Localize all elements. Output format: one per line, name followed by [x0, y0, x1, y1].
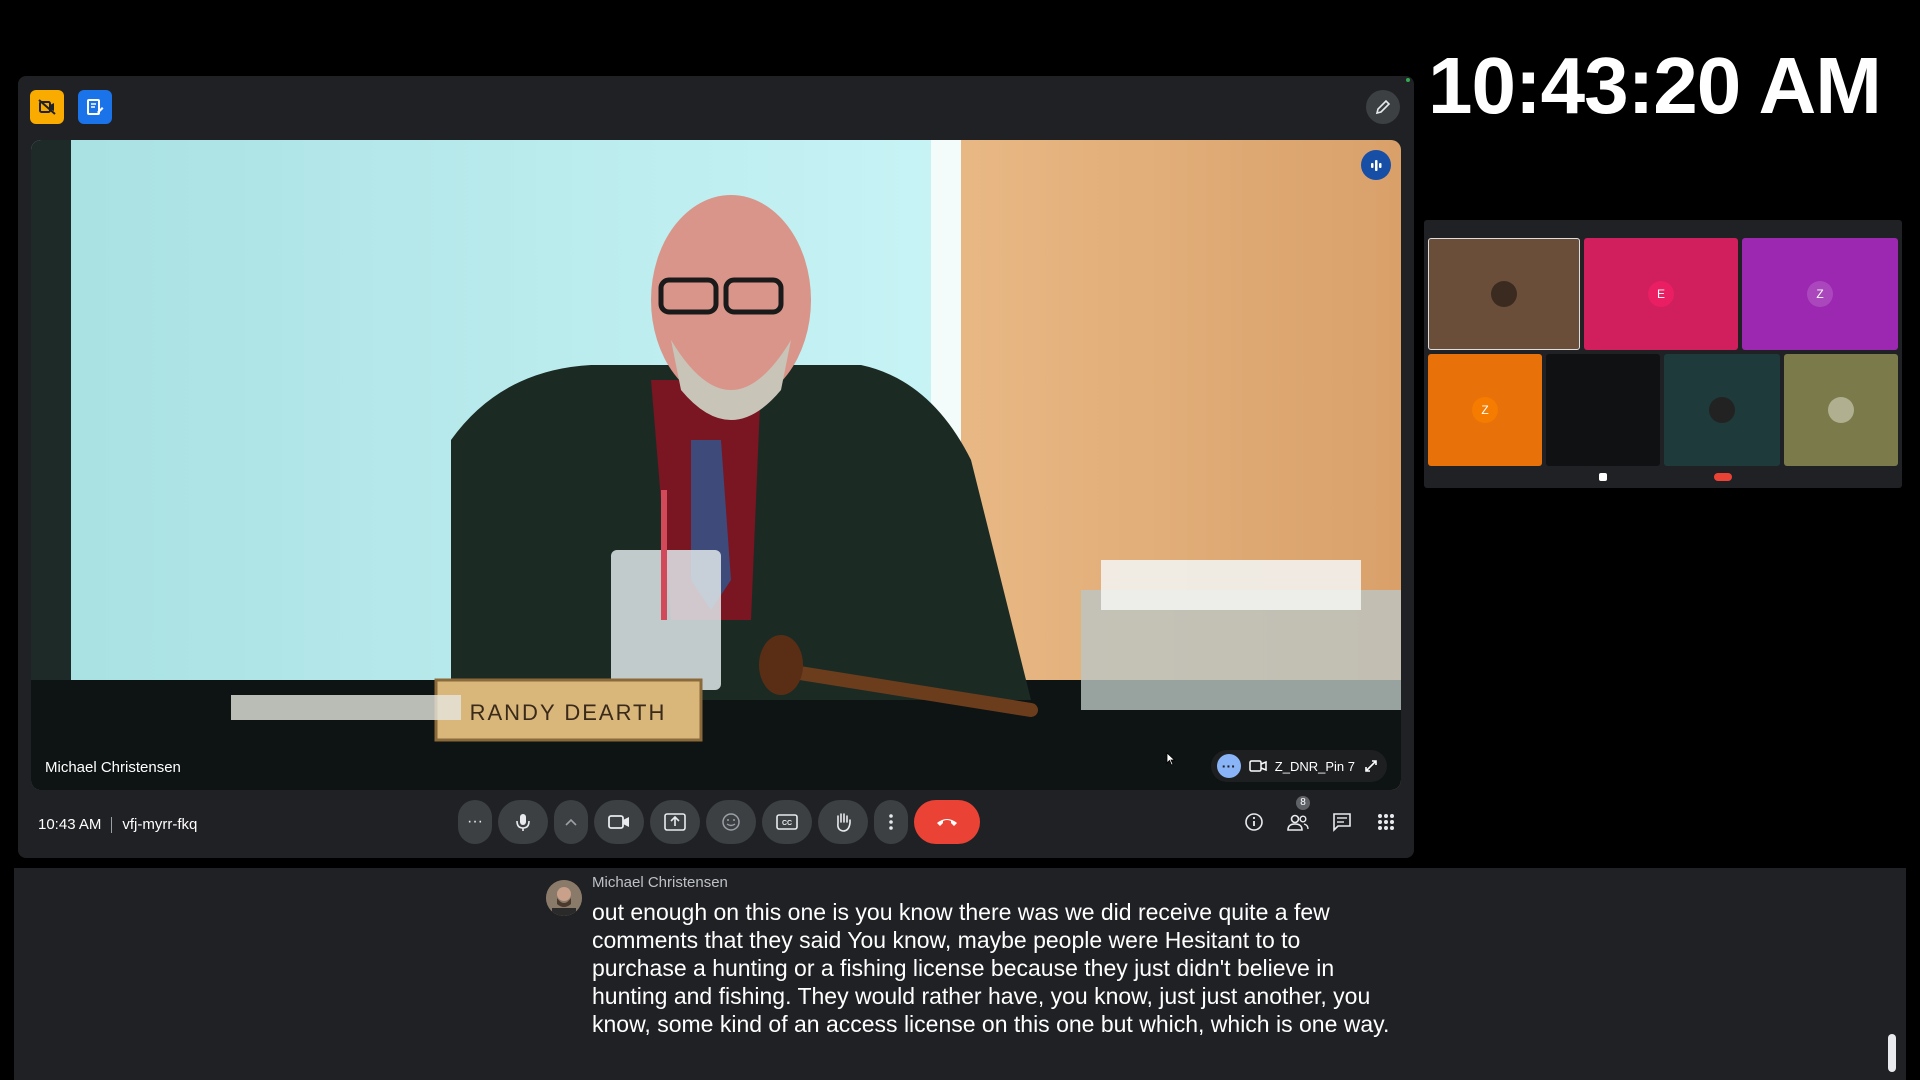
speaker-video-image: RANDY DEARTH	[31, 140, 1401, 790]
status-dot	[1406, 78, 1410, 82]
more-vert-icon	[889, 814, 893, 830]
info-icon	[1245, 813, 1263, 831]
meeting-code: vfj-myrr-fkq	[122, 816, 198, 833]
avatar: Z	[1472, 397, 1498, 423]
camera-button[interactable]	[594, 800, 644, 844]
thumb-tile-5	[1546, 354, 1660, 466]
participant-count-badge: 8	[1296, 796, 1310, 810]
nameplate-text: RANDY DEARTH	[470, 700, 667, 725]
chevron-up-icon	[565, 818, 577, 826]
activities-button[interactable]	[1368, 802, 1404, 842]
meet-window: RANDY DEARTH Michael Christensen ··· Z_D…	[18, 76, 1414, 858]
expand-icon[interactable]	[1363, 758, 1379, 774]
avatar	[1709, 397, 1735, 423]
present-icon	[664, 813, 686, 831]
raise-hand-button[interactable]	[818, 800, 868, 844]
avatar	[1828, 397, 1854, 423]
caption-text: out enough on this one is you know there…	[592, 899, 1390, 1037]
captions-icon: CC	[776, 814, 798, 830]
divider	[111, 816, 113, 833]
thumb-tile-1	[1428, 238, 1580, 350]
thumb-control-strip	[1424, 470, 1902, 484]
meeting-info-button[interactable]	[1236, 802, 1272, 842]
chat-icon	[1333, 813, 1351, 832]
meeting-thumbnail-preview: E Z Z	[1424, 220, 1902, 488]
mouse-cursor-icon	[1166, 752, 1176, 766]
more-options-button[interactable]	[874, 800, 908, 844]
avatar	[546, 880, 582, 916]
camera-off-icon[interactable]	[30, 90, 64, 124]
more-dots-icon[interactable]: ···	[1216, 754, 1241, 778]
meeting-time: 10:43 AM	[38, 816, 102, 833]
pinned-participant-name: Z_DNR_Pin 7	[1274, 758, 1355, 774]
emoji-icon	[722, 813, 740, 831]
thumb-tile-3: Z	[1742, 238, 1898, 350]
meeting-control-bar: 10:43 AM vfj-myrr-fkq ··· CC 8	[18, 794, 1414, 858]
avatar	[1491, 281, 1517, 307]
video-options-button[interactable]	[554, 800, 588, 844]
pinned-participant-chip[interactable]: ··· Z_DNR_Pin 7	[1210, 750, 1387, 782]
reactions-button[interactable]	[706, 800, 756, 844]
people-button[interactable]: 8	[1280, 796, 1316, 842]
pencil-icon[interactable]	[1366, 90, 1400, 124]
avatar: E	[1648, 281, 1674, 307]
chat-button[interactable]	[1324, 802, 1360, 842]
thumb-tile-6	[1664, 354, 1780, 466]
captions-panel: Michael Christensen out enough on this o…	[14, 868, 1906, 1080]
thumb-tile-4: Z	[1428, 354, 1542, 466]
microphone-button[interactable]	[498, 800, 548, 844]
speaking-icon	[1361, 150, 1391, 180]
microphone-icon	[516, 814, 530, 831]
note-edit-icon[interactable]	[78, 90, 112, 124]
participant-name: Michael Christensen	[45, 759, 181, 776]
raise-hand-icon	[837, 813, 851, 832]
thumb-tile-2: E	[1584, 238, 1738, 350]
video-camera-icon	[608, 815, 629, 829]
people-icon	[1287, 814, 1309, 831]
clock-display: 10:43:20 AM	[1428, 41, 1882, 130]
audio-options-button[interactable]: ···	[458, 800, 492, 844]
more-dots-icon: ···	[467, 813, 483, 830]
caption-speaker-name: Michael Christensen	[592, 874, 728, 891]
captions-scrollbar[interactable]	[1888, 1034, 1896, 1072]
end-call-icon	[937, 819, 957, 826]
svg-text:CC: CC	[782, 820, 792, 827]
activities-icon	[1378, 814, 1394, 830]
main-video-feed[interactable]: RANDY DEARTH Michael Christensen ··· Z_D…	[31, 140, 1401, 790]
leave-call-button[interactable]	[914, 800, 980, 844]
present-button[interactable]	[650, 800, 700, 844]
avatar: Z	[1807, 281, 1833, 307]
captions-button[interactable]: CC	[762, 800, 812, 844]
thumb-tile-7	[1784, 354, 1898, 466]
video-camera-icon	[1249, 760, 1267, 772]
